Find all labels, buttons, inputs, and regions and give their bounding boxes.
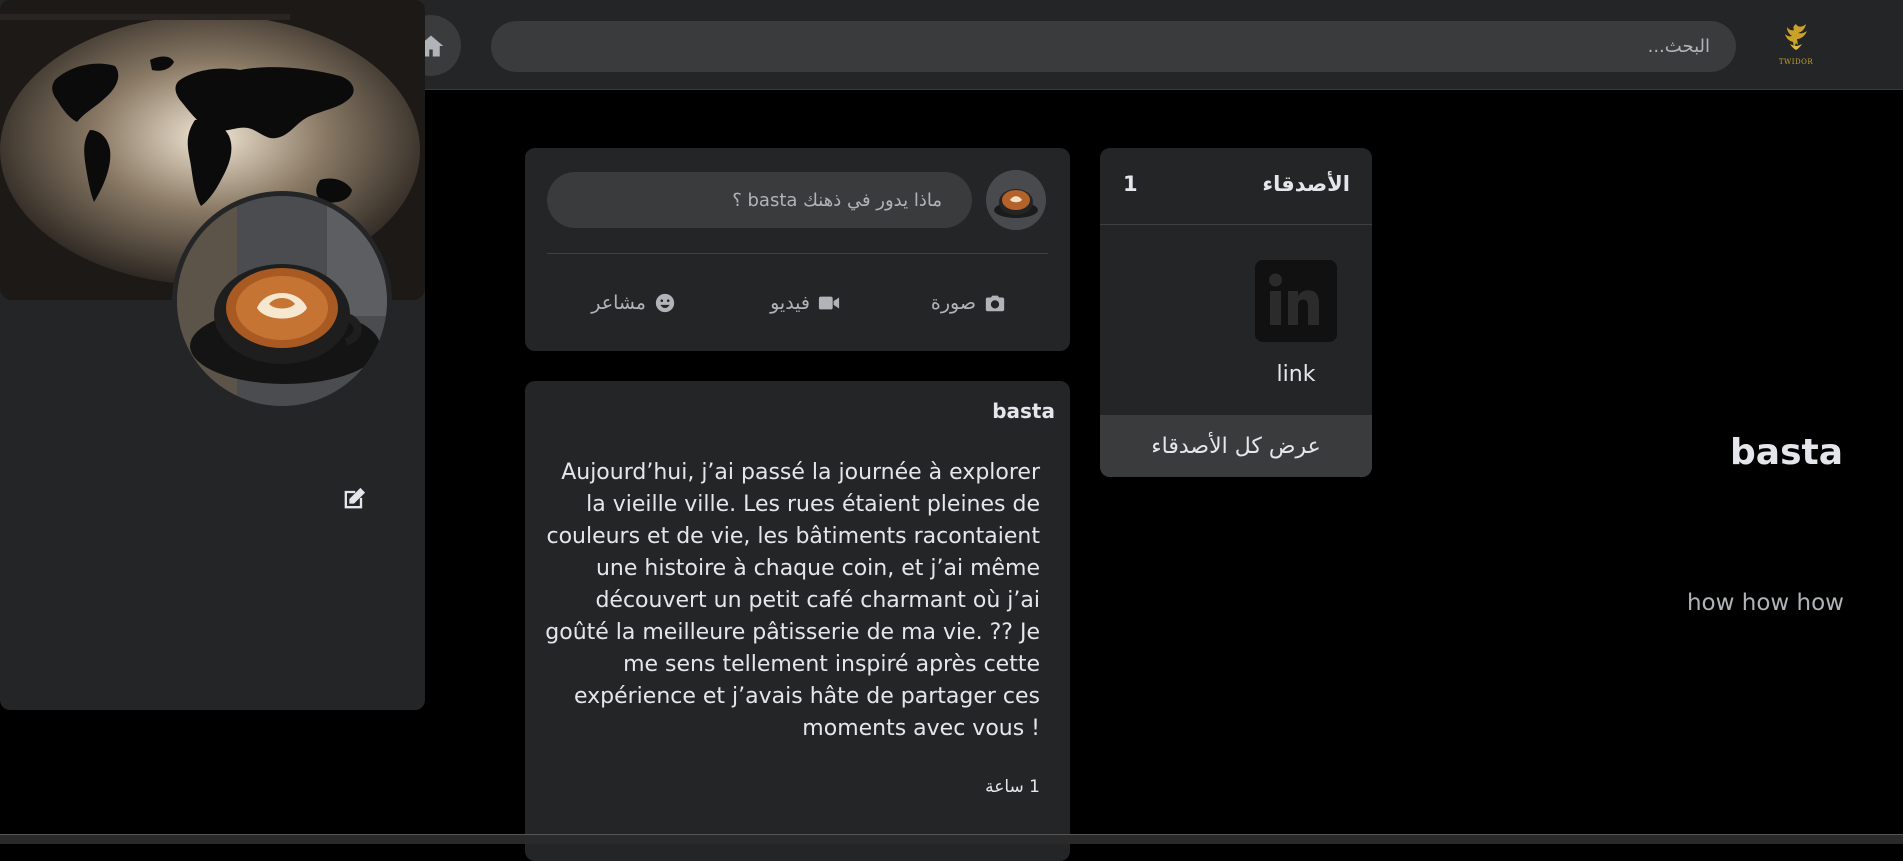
camera-icon [985,295,1005,312]
post-composer: ماذا يدور في ذهنك basta ؟ صورة فيديو مشا… [525,148,1070,351]
profile-bio: how how how [1686,590,1844,616]
view-all-friends-button[interactable]: عرض كل الأصدقاء [1100,415,1372,477]
edit-profile-button[interactable] [340,485,370,515]
friends-card: الأصدقاء 1 link عرض كل الأصدقاء [1100,148,1372,477]
logo-text: TWIDOR [1778,58,1814,66]
coffee-profile-image [177,196,387,406]
post-author[interactable]: basta [992,399,1055,423]
post-timestamp: 1 ساعة [985,777,1040,797]
phoenix-logo-icon [1785,24,1807,50]
video-label: فيديو [770,292,810,314]
window-bottom-edge [0,834,1903,844]
profile-card: basta how how how [0,0,1844,710]
video-button[interactable]: فيديو [770,286,840,320]
composer-input[interactable]: ماذا يدور في ذهنك basta ؟ [547,172,972,228]
friend-avatar[interactable] [1255,260,1337,342]
brand-logo[interactable]: TWIDOR [1770,18,1822,70]
profile-name: basta [1730,432,1843,473]
edit-icon [344,487,366,509]
search-bar [491,21,1736,72]
photo-button[interactable]: صورة [931,286,1006,320]
post-text: Aujourd’hui, j’ai passé la journée à exp… [545,460,1040,741]
profile-avatar[interactable] [172,191,392,411]
search-input[interactable] [491,21,1736,72]
feelings-button[interactable]: مشاعر [591,286,676,320]
photo-label: صورة [930,292,976,314]
post-card: basta Aujourd’hui, j’ai passé la journée… [525,381,1070,861]
composer-divider [547,253,1048,254]
linkedin-icon [1255,260,1337,342]
video-icon [818,296,840,310]
friends-title: الأصدقاء [1262,172,1350,196]
friend-name[interactable]: link [1218,362,1372,387]
feelings-label: مشاعر [591,292,646,314]
friends-count: 1 [1123,172,1138,196]
smiley-icon [655,293,675,313]
composer-avatar[interactable] [986,170,1046,230]
coffee-avatar-image [986,170,1046,230]
friends-divider [1100,224,1372,225]
